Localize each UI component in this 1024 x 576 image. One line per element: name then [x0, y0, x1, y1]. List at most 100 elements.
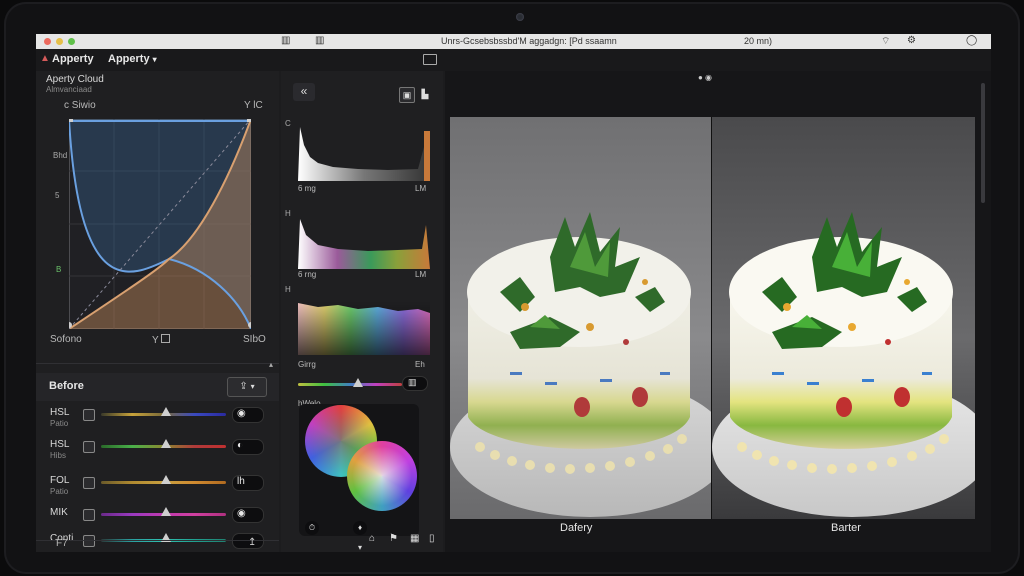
curve-bottom-right-label: SIbO — [243, 334, 266, 345]
footer-label: F7 — [56, 538, 68, 549]
curve-point-top-left[interactable] — [69, 119, 73, 122]
document-icon[interactable]: ▙ — [418, 87, 432, 101]
hist2-left-label: 6 rng — [298, 270, 317, 279]
hist2-right-label: LM — [415, 270, 427, 279]
cake-image-before — [450, 117, 712, 519]
battery-icon[interactable]: ◯ — [966, 35, 977, 46]
before-label: Before — [49, 380, 84, 392]
export-dropdown-button[interactable]: ⇪ ▾ — [227, 377, 267, 397]
divider — [36, 540, 279, 541]
checkbox[interactable] — [83, 409, 95, 421]
adjustments-panel: Aperty Cloud Almvanciaad c Siwio Y lC Bh… — [36, 71, 279, 552]
curve-bottom-mid-text: Y — [152, 335, 159, 346]
after-caption: Barter — [831, 522, 861, 534]
hist1-side-label: C — [285, 119, 291, 128]
footer-toolbar: ⌂ ⚑ ▦ ▯ — [367, 533, 443, 549]
slider-label: HSL — [50, 439, 70, 450]
hue-slider-thumb[interactable] — [353, 378, 363, 387]
chevron-down-icon[interactable]: ▾ — [358, 543, 362, 552]
eyedropper-icon[interactable]: ⏱ — [305, 521, 319, 535]
slider-label: FOL — [50, 475, 70, 486]
panel-icon[interactable] — [423, 54, 437, 65]
menu-bar: ▥ ▥ Unrs-Gcsebsbssbd'M aggadgn: [Pd ssaa… — [36, 34, 991, 49]
axis-label-bottom: B — [56, 265, 62, 274]
clock: 20 mn) — [744, 36, 773, 46]
bars-icon: ▥ — [315, 35, 325, 46]
wifi-icon[interactable]: ⌔ — [881, 35, 890, 48]
app-menu-label: Apperty — [108, 53, 150, 65]
slider-thumb[interactable] — [161, 507, 171, 516]
checkbox[interactable] — [83, 477, 95, 489]
bars-icon: ▥ — [408, 377, 417, 387]
slider-toggle[interactable]: lh — [232, 475, 264, 491]
checkbox[interactable] — [83, 535, 95, 547]
before-header: Before ⇪ ▾ — [36, 373, 279, 401]
slider-sublabel: Patio — [50, 419, 69, 428]
tag-icon[interactable]: ⌂ — [369, 533, 375, 544]
view-indicator[interactable]: ● ◉ — [698, 73, 712, 82]
hue-slider[interactable] — [298, 383, 402, 386]
curve-top-right-label: Y lC — [244, 100, 263, 111]
app-menu[interactable]: Apperty ▾ — [108, 53, 157, 65]
flag-icon[interactable]: ⚑ — [389, 533, 398, 544]
hist1-right-label: LM — [415, 184, 427, 193]
drop-icon[interactable]: ♦ — [353, 521, 367, 535]
checkbox[interactable] — [83, 509, 95, 521]
slider-thumb[interactable] — [161, 407, 171, 416]
back-button[interactable]: « — [293, 83, 315, 101]
slider-thumb[interactable] — [161, 475, 171, 484]
scrollbar[interactable] — [981, 83, 985, 203]
highlights-color-wheel[interactable] — [347, 441, 417, 511]
hist2-side-label: H — [285, 209, 291, 218]
toggle-glyph-icon: ◉ — [237, 408, 246, 419]
curve-bottom-mid-label: Y — [152, 334, 171, 346]
maximize-window-button[interactable] — [68, 38, 75, 45]
section-subtitle: Almvanciaad — [46, 85, 92, 94]
toggle-glyph-icon: lh — [237, 476, 245, 487]
color-histogram — [298, 219, 430, 269]
checkbox[interactable] — [83, 441, 95, 453]
settings-icon[interactable]: ⚙ — [907, 35, 916, 46]
window-title: Unrs-Gcsebsbssbd'M aggadgn: [Pd ssaamn — [441, 36, 617, 46]
before-caption: Dafery — [560, 522, 593, 534]
curve-top-left-label: c Siwio — [64, 100, 96, 111]
histogram-panel: « ▣ ▙ C 6 mg LM H 6 rng LM H Girrg Eh ▥ … — [281, 71, 443, 552]
rgb-histogram — [298, 301, 430, 355]
grid-icon[interactable]: ▦ — [410, 533, 419, 544]
divider — [36, 363, 279, 364]
app-name[interactable]: Apperty — [52, 53, 94, 65]
slider-sublabel: Hibs — [50, 451, 67, 460]
curve-bottom-left-label: Sofono — [50, 334, 82, 345]
slider-toggle[interactable]: ◉ — [232, 407, 264, 423]
slider-sublabel: Patio — [50, 487, 69, 496]
chevron-up-icon[interactable]: ▴ — [269, 360, 273, 369]
slider-label: HSL — [50, 407, 70, 418]
app-logo-icon: ▲ — [40, 53, 50, 64]
close-window-button[interactable] — [44, 38, 51, 45]
slider-toggle[interactable]: ◐ — [232, 439, 264, 455]
slider-toggle[interactable]: ◉ — [232, 507, 264, 523]
after-photo[interactable] — [712, 117, 975, 519]
lock-icon[interactable]: ▯ — [429, 533, 435, 544]
hist3-right-label: Eh — [415, 360, 425, 369]
before-photo[interactable] — [450, 117, 712, 519]
slider-label: MIK — [50, 507, 68, 518]
luminance-histogram — [298, 127, 430, 181]
minimize-window-button[interactable] — [56, 38, 63, 45]
section-title: Aperty Cloud — [46, 74, 104, 85]
layout-icon[interactable]: ▣ — [399, 87, 415, 103]
axis-label-top: Bhd — [53, 151, 68, 160]
slider-thumb[interactable] — [161, 439, 171, 448]
split-divider[interactable] — [711, 117, 712, 519]
hue-toggle[interactable]: ▥ — [402, 376, 428, 391]
tone-curve-graph[interactable] — [69, 119, 251, 329]
arrow-up-icon[interactable]: ↥ — [248, 537, 256, 548]
square-icon — [161, 334, 171, 343]
camera-icon — [516, 13, 524, 21]
screen: ▥ ▥ Unrs-Gcsebsbssbd'M aggadgn: [Pd ssaa… — [36, 34, 991, 552]
curve-point-top-right[interactable] — [247, 119, 251, 122]
cake-image-after — [712, 117, 975, 519]
axis-label-mid: 5 — [55, 191, 60, 200]
toggle-glyph-icon: ◉ — [237, 508, 246, 519]
share-icon: ⇪ — [239, 381, 248, 392]
